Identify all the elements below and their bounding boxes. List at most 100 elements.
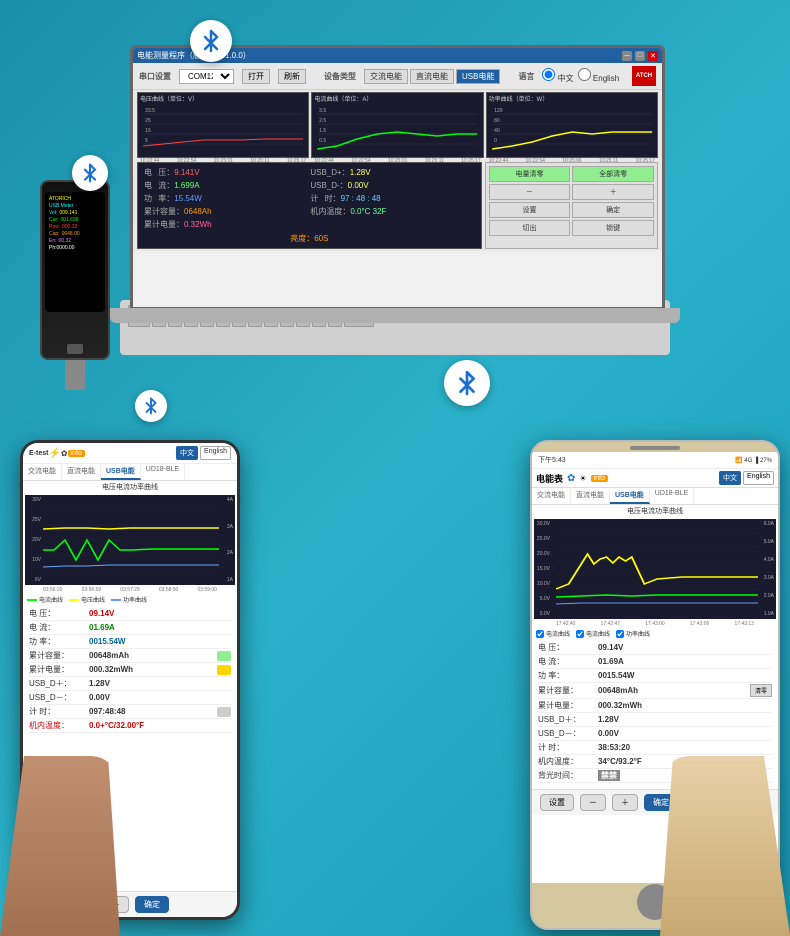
power-chart: 功率曲线（单位：W） 120 80 40 0 10:22:4410:22:541…: [486, 92, 658, 158]
settings-btn[interactable]: 设置: [489, 202, 571, 218]
export-btn[interactable]: 切出: [489, 220, 571, 236]
device-ac-btn[interactable]: 交流电能: [364, 69, 408, 84]
app-name-left: E-test: [29, 450, 48, 457]
dr-usbdp-right: USB_D＋： 1.28V: [538, 713, 772, 727]
plus-btn[interactable]: ＋: [572, 184, 654, 200]
maximize-button[interactable]: □: [635, 51, 645, 61]
tab-usb-left[interactable]: USB电能: [101, 464, 141, 480]
lang-zh-radio[interactable]: [542, 68, 555, 81]
svg-text:80: 80: [494, 118, 500, 124]
lang-zh-right[interactable]: 中文: [719, 471, 741, 485]
voltage-value: 9.141V: [174, 168, 199, 177]
tab-ble-right[interactable]: UD18-BLE: [650, 488, 694, 504]
data-grid-left: 电 压： 09.14V 电 流： 01.69A 功 率： 0015.54W 累计…: [23, 605, 237, 735]
capacity-value: 0648Ah: [184, 207, 212, 216]
chart-times-left: 03:56:2003:56:5903:57:2903:58:0003:59:00: [23, 587, 237, 594]
dr-time-left: 计 时： 097:48:48: [29, 705, 231, 719]
svg-text:25: 25: [145, 118, 151, 124]
dr-energy-left: 累计电量： 000.32mWh: [29, 663, 231, 677]
refresh-button[interactable]: 刷新: [278, 69, 306, 84]
chart-legend-right: 电流曲线 电流曲线 功率曲线: [532, 628, 778, 639]
lang-zh-left[interactable]: 中文: [176, 446, 198, 460]
svg-text:3.5: 3.5: [319, 108, 326, 114]
chart-title-right: 电压电流功率曲线: [532, 505, 778, 517]
legend-voltage-right[interactable]: [536, 630, 544, 638]
brightness-display: 亮度：60S: [144, 233, 475, 244]
minus-btn-right[interactable]: －: [580, 794, 606, 811]
dr-temp-left: 机内温度： 0.0+°C/32.00°F: [29, 719, 231, 733]
svg-text:40: 40: [494, 128, 500, 134]
info-badge-right: info: [591, 475, 608, 482]
tab-ac-right[interactable]: 交流电能: [532, 488, 571, 504]
svg-text:2.5: 2.5: [319, 118, 326, 124]
lang-en-right[interactable]: English: [743, 471, 774, 485]
lang-en-left[interactable]: English: [200, 446, 231, 460]
time-right: 下午5:43: [538, 455, 566, 465]
plus-btn-right[interactable]: ＋: [612, 794, 638, 811]
usb-meter-device: ATORICH USB Meter Vol:009.141 Cur:001.69…: [30, 180, 120, 400]
dr-voltage-right: 电 压： 09.14V: [538, 641, 772, 655]
svg-text:33.5: 33.5: [145, 108, 155, 114]
tab-usb-right[interactable]: USB电能: [610, 488, 650, 504]
lang-en-radio[interactable]: [578, 68, 591, 81]
clear-all-btn[interactable]: 全部清零: [572, 166, 654, 182]
confirm-btn[interactable]: 确定: [572, 202, 654, 218]
tab-dc-left[interactable]: 直流电能: [62, 464, 101, 480]
bluetooth-icon-3: [135, 390, 167, 422]
language-group: 中文 English: [542, 68, 619, 84]
tab-ac-left[interactable]: 交流电能: [23, 464, 62, 480]
com-port-select[interactable]: COM12: [179, 69, 234, 84]
dr-current-right: 电 流： 01.69A: [538, 655, 772, 669]
phone-right-status-bar: 下午5:43 📶 4G ▐ 27%: [532, 452, 778, 469]
phone-chart-right: 30.0V 25.0V 20.0V 15.0V 10.0V 5.0V 0.0V: [534, 519, 776, 619]
device-dc-btn[interactable]: 直流电能: [410, 69, 454, 84]
phone-left-status-bar: E-test ⚡ ✿ info 中文 English: [23, 443, 237, 464]
sun-icon-right: ☀: [579, 474, 586, 483]
dr-current-left: 电 流： 01.69A: [29, 621, 231, 635]
dr-energy-right: 累计电量： 000.32mWh: [538, 699, 772, 713]
svg-text:120: 120: [494, 108, 503, 114]
current-value: 1.699A: [174, 181, 199, 190]
minus-btn[interactable]: －: [489, 184, 571, 200]
app-header-right: 电能表 ✿ ☀ info 中文 English: [532, 469, 778, 488]
lock-btn[interactable]: 锁键: [572, 220, 654, 236]
usb-dp-value: 1.28V: [350, 168, 371, 177]
brand-logo: ATCH: [632, 66, 656, 86]
settings-btn-right[interactable]: 设置: [540, 794, 574, 811]
bt-icon-left: ⚡: [48, 448, 60, 459]
usb-data-box: 电 压：9.141V USB_D+：1.28V 电 流：1.699A USB_D…: [137, 162, 482, 249]
language-label: 语言: [518, 71, 534, 82]
tab-dc-right[interactable]: 直流电能: [571, 488, 610, 504]
dr-voltage-left: 电 压： 09.14V: [29, 607, 231, 621]
clear-btn-right[interactable]: 清零: [750, 684, 772, 697]
time-value: 97 : 48 : 48: [341, 194, 381, 203]
open-button[interactable]: 打开: [242, 69, 270, 84]
confirm-btn-left[interactable]: 确定: [135, 896, 169, 913]
close-button[interactable]: ✕: [648, 51, 658, 61]
voltage-chart-label: 电压曲线（单位：V）: [138, 93, 308, 104]
clear-power-btn[interactable]: 电量清零: [489, 166, 571, 182]
dr-power-left: 功 率： 0015.54W: [29, 635, 231, 649]
dr-power-right: 功 率： 0015.54W: [538, 669, 772, 683]
laptop-screen: 电能测量程序（版本号：1.0.0） － □ ✕ 串口设置 COM12 打开 刷新…: [130, 45, 665, 310]
tab-ble-left[interactable]: UD18-BLE: [141, 464, 185, 480]
device-type-group: 交流电能 直流电能 USB电能: [364, 69, 500, 84]
laptop-base: [110, 308, 680, 323]
svg-text:0: 0: [494, 138, 497, 144]
minimize-button[interactable]: －: [622, 51, 632, 61]
legend-current-right[interactable]: [576, 630, 584, 638]
signal-icons-right: 📶 4G ▐ 27%: [735, 457, 772, 464]
energy-value: 0.32Wh: [184, 220, 212, 229]
bt-icon-right: ✿: [567, 473, 575, 484]
legend-power-right[interactable]: [616, 630, 624, 638]
device-type-label: 设备类型: [324, 71, 356, 82]
control-panel: 电量清零 全部清零 － ＋ 设置 确定 切出 锁键: [485, 162, 658, 249]
power-value: 15.54W: [174, 194, 202, 203]
device-usb-btn[interactable]: USB电能: [456, 69, 500, 84]
dr-usbdm-left: USB_D－： 0.00V: [29, 691, 231, 705]
dr-usbdm-right: USB_D－： 0.00V: [538, 727, 772, 741]
chart-legend-left: 电流曲线 电压曲线 功率曲线: [23, 594, 237, 605]
dr-capacity-right: 累计容量： 00648mAh 清零: [538, 683, 772, 699]
phone-notch-right: [630, 446, 680, 450]
svg-text:15: 15: [145, 128, 151, 134]
